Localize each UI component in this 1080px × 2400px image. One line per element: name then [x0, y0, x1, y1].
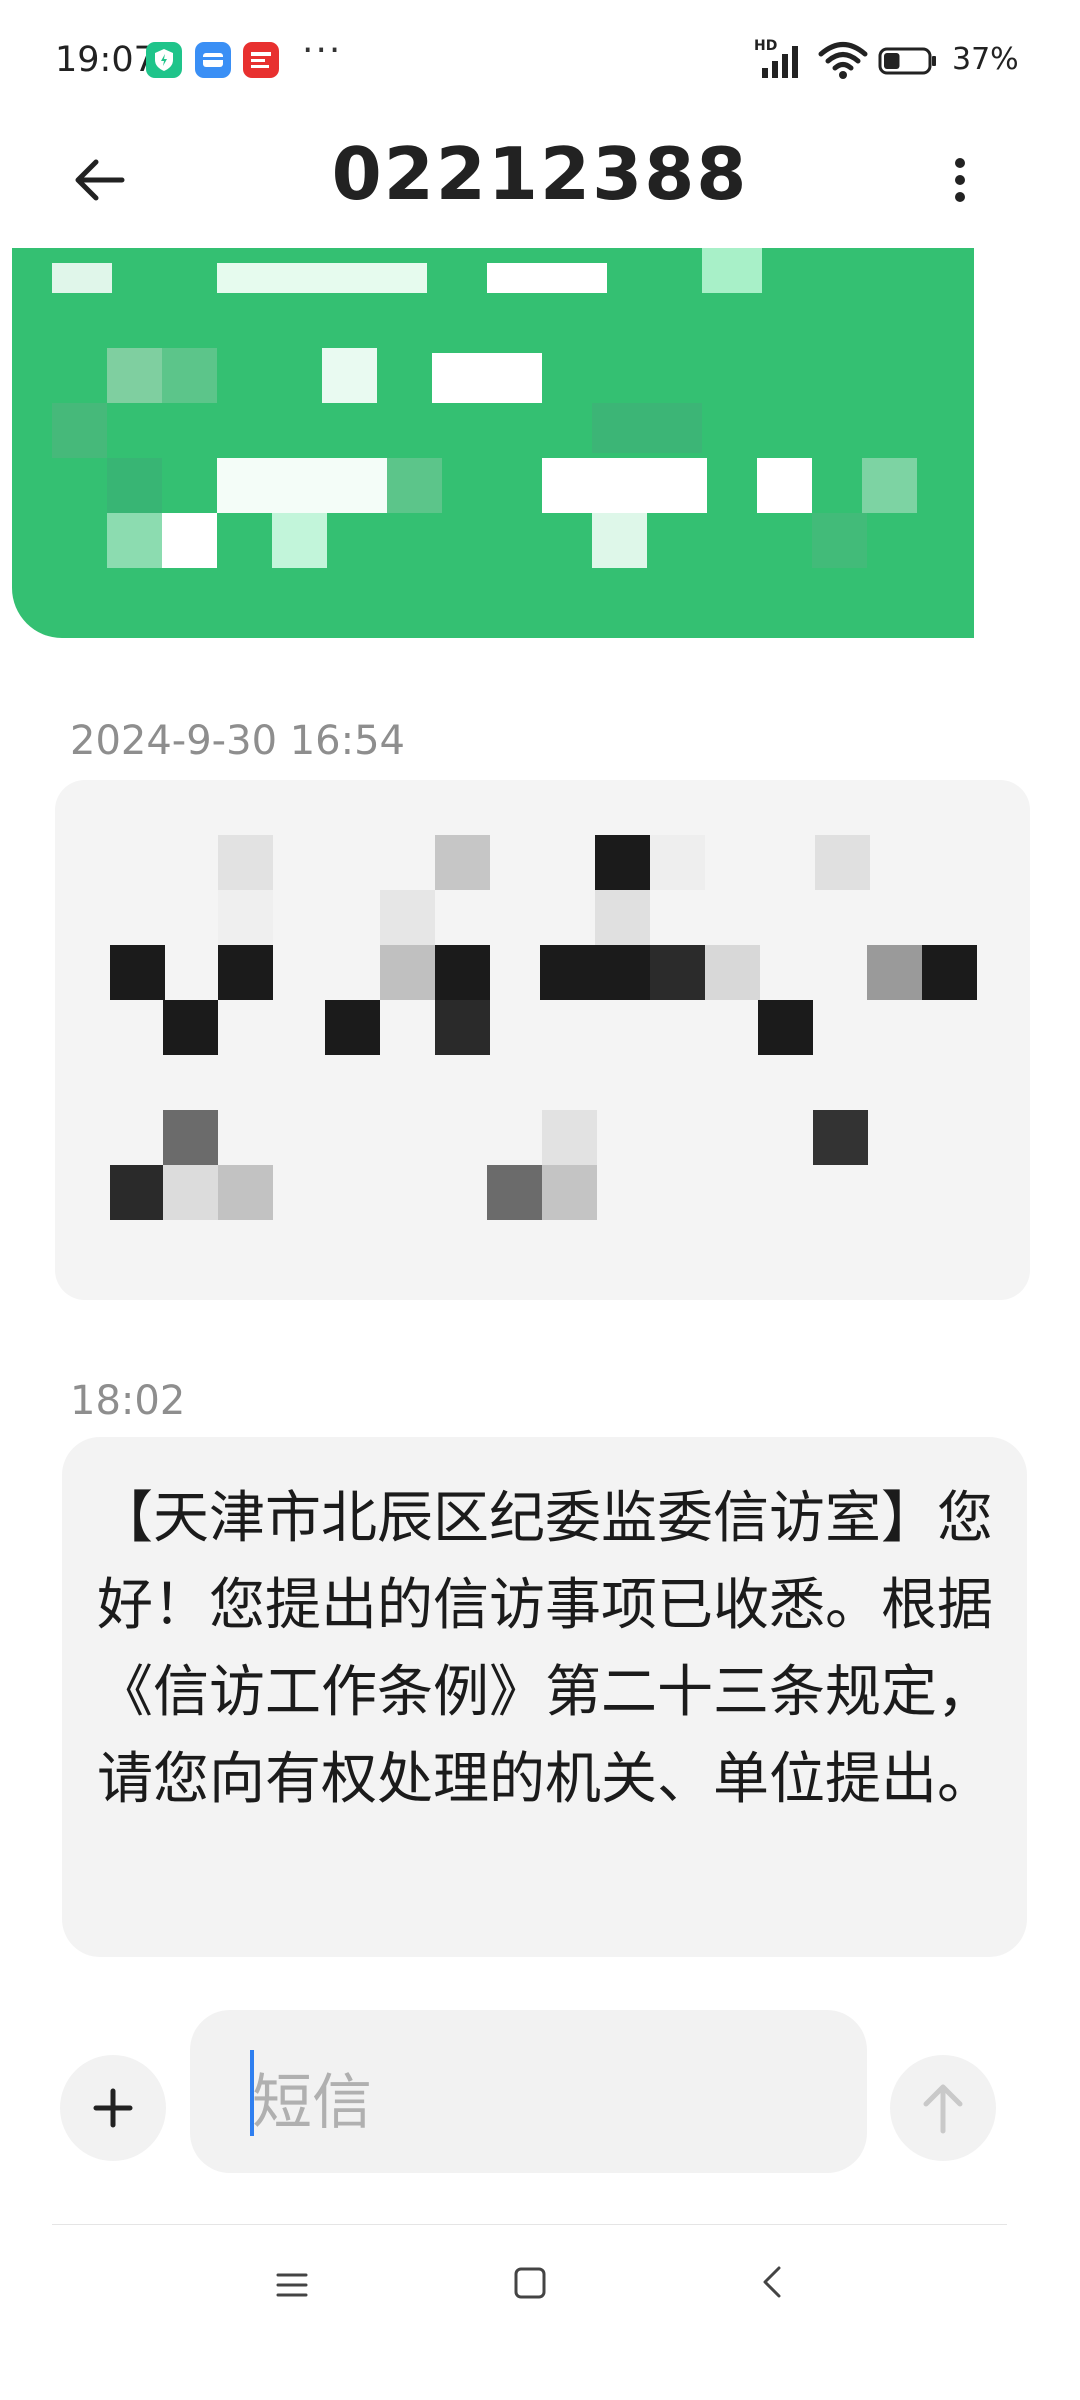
redaction-block: [650, 945, 705, 1000]
redaction-block: [487, 263, 607, 293]
add-attachment-button[interactable]: [60, 2055, 166, 2161]
redaction-block: [163, 1000, 218, 1055]
redaction-block: [163, 1165, 218, 1220]
redaction-block: [52, 403, 107, 458]
redaction-block: [705, 945, 760, 1000]
message-timestamp: 18:02: [70, 1378, 186, 1424]
redaction-block: [758, 1000, 813, 1055]
redaction-block: [162, 513, 217, 568]
wifi-icon: [818, 42, 868, 79]
redaction-block: [162, 348, 217, 403]
redaction-block: [380, 890, 435, 945]
message-text: 【天津市北辰区纪委监委信访室】您好！您提出的信访事项已收悉。根据《信访工作条例》…: [97, 1486, 993, 1812]
shield-app-icon: [146, 42, 182, 78]
redaction-block: [218, 890, 273, 945]
redaction-block: [812, 513, 867, 568]
message-bubble-redacted-green[interactable]: [12, 248, 974, 638]
redaction-block: [325, 1000, 380, 1055]
home-icon[interactable]: [510, 2263, 550, 2303]
redaction-block: [435, 1000, 490, 1055]
redaction-block: [815, 835, 870, 890]
redaction-block: [218, 835, 273, 890]
conversation-header: 02212388: [0, 120, 1080, 240]
message-timestamp: 2024-9-30 16:54: [70, 718, 405, 764]
redaction-block: [542, 1110, 597, 1165]
redaction-block: [107, 348, 162, 403]
redaction-block: [435, 835, 490, 890]
redaction-block: [540, 945, 650, 1000]
arrow-up-icon: [923, 2084, 963, 2134]
redaction-block: [380, 945, 435, 1000]
redaction-block: [217, 458, 387, 513]
message-bubble-redacted-gray[interactable]: [55, 780, 1030, 1300]
redaction-block: [435, 945, 490, 1000]
redaction-block: [110, 945, 165, 1000]
redaction-block: [862, 458, 917, 513]
back-icon[interactable]: [755, 2262, 791, 2302]
redaction-block: [542, 1165, 597, 1220]
redaction-block: [52, 263, 112, 293]
redaction-block: [542, 458, 707, 513]
battery-percent: 37%: [952, 42, 1019, 77]
redaction-block: [218, 1165, 273, 1220]
redaction-block: [218, 945, 273, 1000]
redaction-block: [592, 513, 647, 568]
message-bubble[interactable]: 【天津市北辰区纪委监委信访室】您好！您提出的信访事项已收悉。根据《信访工作条例》…: [62, 1437, 1027, 1957]
redaction-block: [107, 458, 162, 513]
menu-icon[interactable]: [272, 2265, 312, 2305]
redaction-block: [487, 1165, 542, 1220]
wallet-app-icon: [195, 42, 231, 78]
redaction-block: [592, 403, 702, 453]
redaction-block: [702, 248, 762, 293]
redaction-block: [322, 348, 377, 403]
redaction-block: [163, 1110, 218, 1165]
status-bar: 19:07 ··· HD 37%: [0, 0, 1080, 120]
more-vertical-icon: [955, 158, 965, 202]
redaction-block: [387, 458, 442, 513]
redaction-block: [757, 458, 812, 513]
more-options-button[interactable]: [940, 145, 980, 215]
redaction-block: [272, 513, 327, 568]
divider: [52, 2224, 1007, 2225]
contact-number-title: 02212388: [331, 132, 749, 216]
redaction-block: [922, 945, 977, 1000]
sms-input[interactable]: 短信: [190, 2010, 867, 2173]
send-button[interactable]: [890, 2055, 996, 2161]
signal-icon: [762, 46, 798, 78]
redaction-block: [813, 1110, 868, 1165]
redaction-block: [595, 890, 650, 945]
status-time: 19:07: [55, 40, 156, 80]
sms-input-placeholder: 短信: [252, 2068, 372, 2138]
redaction-block: [217, 263, 427, 293]
more-notifications-icon: ···: [302, 30, 343, 71]
battery-icon: [878, 47, 936, 75]
redaction-block: [107, 513, 162, 568]
redaction-block: [650, 835, 705, 890]
redaction-block: [867, 945, 922, 1000]
plus-icon: [93, 2088, 133, 2128]
redaction-block: [595, 835, 650, 890]
news-app-icon: [243, 42, 279, 78]
redaction-block: [432, 353, 542, 403]
redaction-block: [110, 1165, 165, 1220]
